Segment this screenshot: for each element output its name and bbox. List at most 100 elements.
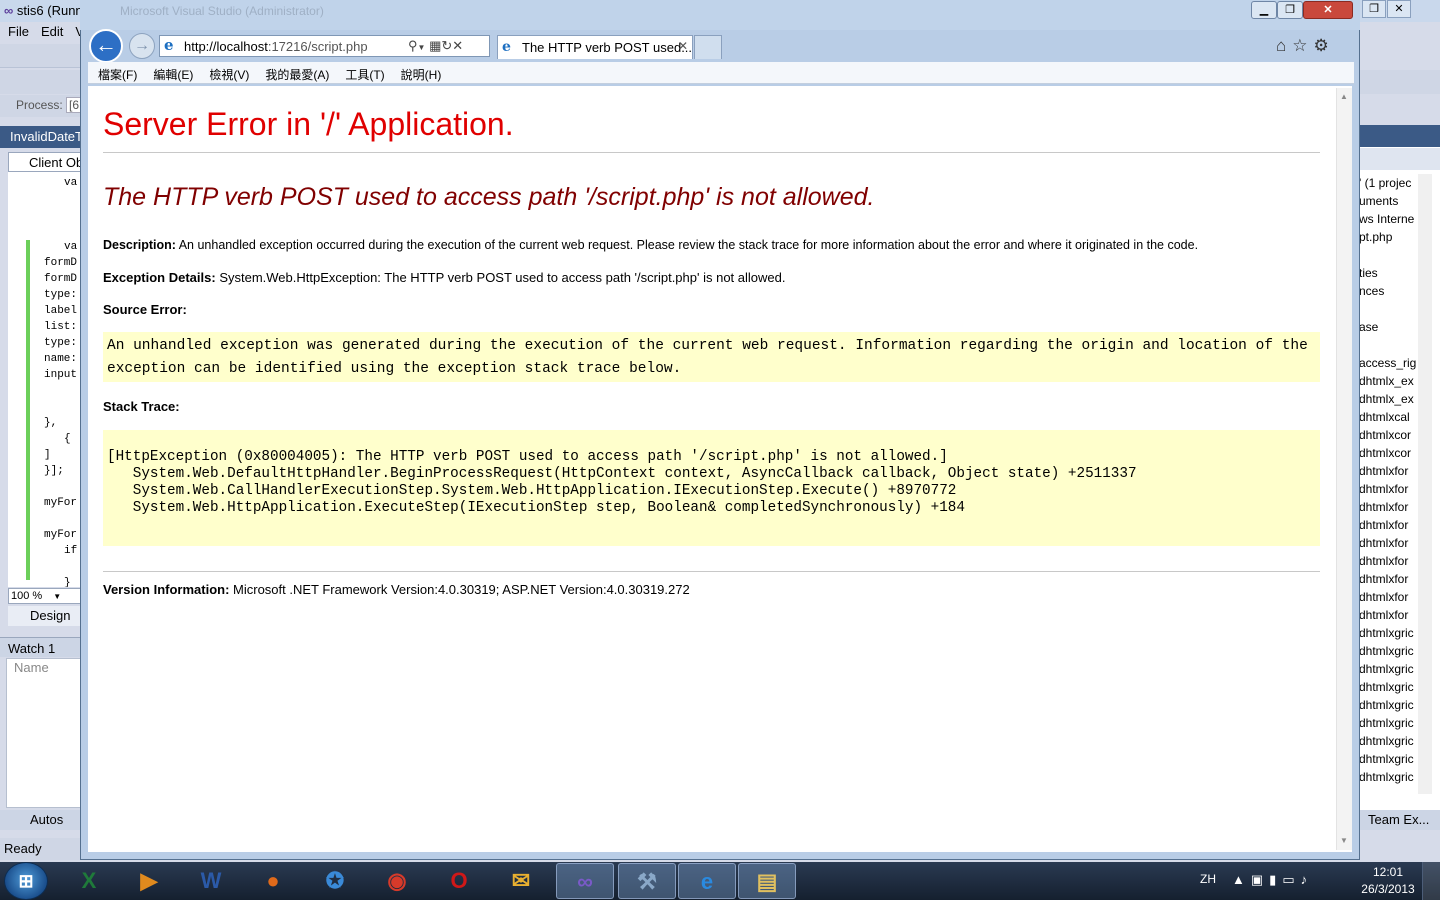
solution-explorer-item[interactable]: dhtmlxgric [1359, 678, 1419, 696]
solution-explorer-item[interactable]: dhtmlxgric [1359, 750, 1419, 768]
solution-explorer-item[interactable]: dhtmlxgric [1359, 660, 1419, 678]
solution-explorer-item[interactable] [1359, 300, 1419, 318]
vs-document-tab[interactable]: InvalidDateT [0, 126, 84, 148]
maximize-button[interactable]: ❐ [1277, 1, 1303, 19]
autos-tab[interactable]: Autos [0, 810, 84, 830]
solution-explorer-item[interactable]: dhtmlxfor [1359, 552, 1419, 570]
language-indicator[interactable]: ZH [1200, 872, 1216, 886]
search-icon[interactable]: ⚲ [408, 38, 418, 53]
menu-help[interactable]: 說明(H) [401, 68, 442, 82]
solution-explorer-item[interactable]: nces [1359, 282, 1419, 300]
vs-restore-button[interactable]: ❐ [1362, 0, 1386, 18]
taskbar-firefox-button[interactable]: ● [244, 863, 302, 899]
stop-icon[interactable]: ✕ [452, 38, 463, 53]
client-objects-dropdown[interactable]: Client Ob [8, 152, 84, 172]
solution-explorer-item[interactable]: dhtmlxfor [1359, 534, 1419, 552]
solution-explorer-item[interactable]: ' (1 projec [1359, 174, 1419, 192]
solution-explorer-item[interactable]: dhtmlxfor [1359, 606, 1419, 624]
watch-grid[interactable] [6, 658, 84, 808]
solution-explorer-item[interactable]: dhtmlx_ex [1359, 390, 1419, 408]
show-desktop-button[interactable] [1422, 862, 1440, 900]
start-button[interactable]: ⊞ [4, 862, 48, 900]
solution-explorer-item[interactable]: pt.php [1359, 228, 1419, 246]
design-tab[interactable]: Design [8, 606, 84, 626]
solution-explorer-list[interactable]: ' (1 projec uments ws Interne pt.php ties nce… [1359, 174, 1419, 786]
solution-explorer-item[interactable]: dhtmlxfor [1359, 570, 1419, 588]
taskbar-media-player-button[interactable]: ▶ [120, 863, 178, 899]
taskbar-chrome-button[interactable]: ◉ [368, 863, 426, 899]
tray-app-icon[interactable]: ▣ [1251, 872, 1263, 887]
volume-icon[interactable]: ♪ [1301, 872, 1308, 887]
solution-explorer-item[interactable]: dhtmlxfor [1359, 498, 1419, 516]
solution-explorer-item[interactable]: dhtmlxfor [1359, 480, 1419, 498]
code-line: myFor [44, 497, 78, 509]
team-explorer-tab[interactable]: Team Ex... [1356, 810, 1440, 830]
solution-explorer-item[interactable]: dhtmlxgric [1359, 768, 1419, 786]
solution-explorer-item[interactable]: dhtmlxgric [1359, 714, 1419, 732]
vs-menu-file[interactable]: File [8, 24, 29, 39]
favorites-star-icon[interactable]: ☆ [1292, 36, 1307, 55]
solution-explorer-item[interactable]: access_rig [1359, 354, 1419, 372]
menu-favorites[interactable]: 我的最愛(A) [265, 68, 329, 82]
solution-explorer-item[interactable]: ws Interne [1359, 210, 1419, 228]
browser-tab[interactable]: The HTTP verb POST used... [497, 35, 693, 59]
clock[interactable]: 12:01 26/3/2013 [1358, 864, 1418, 898]
taskbar-outlook-button[interactable]: ✉ [492, 863, 550, 899]
vs-menu-edit[interactable]: Edit [41, 24, 63, 39]
tray-expand-icon[interactable]: ▲ [1232, 872, 1245, 887]
solution-explorer-item[interactable] [1359, 336, 1419, 354]
close-button[interactable]: ✕ [1303, 1, 1353, 19]
taskbar-visual-studio-button[interactable]: ∞ [556, 863, 614, 899]
new-tab-button[interactable] [694, 35, 722, 59]
back-button[interactable]: ← [89, 29, 123, 63]
tab-close-icon[interactable]: ✕ [678, 39, 688, 53]
minimize-button[interactable]: ▁ [1251, 1, 1277, 19]
solution-explorer-item[interactable]: dhtmlxgric [1359, 732, 1419, 750]
solution-explorer-item[interactable]: dhtmlxgric [1359, 624, 1419, 642]
code-line: type: [44, 337, 78, 349]
code-editor[interactable]: va va formD formD type: label list: type: name: i… [8, 172, 84, 587]
arrow-left-icon: ← [95, 32, 117, 57]
gear-icon[interactable]: ⚙ [1314, 36, 1329, 55]
taskbar-safari-button[interactable]: ✪ [306, 863, 364, 899]
menu-file[interactable]: 檔案(F) [98, 68, 137, 82]
home-icon[interactable]: ⌂ [1276, 36, 1286, 55]
solution-explorer-item[interactable] [1359, 246, 1419, 264]
solution-explorer-item[interactable]: uments [1359, 192, 1419, 210]
chevron-down-icon[interactable]: ▼ [418, 43, 426, 52]
solution-explorer-item[interactable]: dhtmlxcor [1359, 444, 1419, 462]
firefox-icon: ● [266, 868, 280, 893]
solution-explorer-scrollbar[interactable] [1418, 174, 1432, 794]
solution-explorer-item[interactable]: dhtmlxgric [1359, 696, 1419, 714]
solution-explorer-item[interactable]: dhtmlxcor [1359, 426, 1419, 444]
code-line: { [64, 433, 71, 445]
solution-explorer-item[interactable]: ties [1359, 264, 1419, 282]
taskbar-excel-button[interactable]: X [60, 863, 118, 899]
ie-vertical-scrollbar[interactable]: ▲ ▼ [1336, 88, 1352, 850]
compat-view-icon[interactable]: ▦ [429, 38, 441, 53]
taskbar-word-button[interactable]: W [182, 863, 240, 899]
refresh-icon[interactable]: ↻ [441, 38, 452, 53]
network-icon[interactable]: ▭ [1282, 872, 1294, 887]
menu-edit[interactable]: 編輯(E) [153, 68, 193, 82]
scroll-down-icon[interactable]: ▼ [1340, 836, 1348, 845]
menu-tools[interactable]: 工具(T) [345, 68, 384, 82]
taskbar-tools-button[interactable]: ⚒ [618, 863, 676, 899]
solution-explorer-item[interactable]: dhtmlxcal [1359, 408, 1419, 426]
forward-button[interactable]: → [129, 33, 155, 59]
menu-view[interactable]: 檢視(V) [209, 68, 249, 82]
scroll-up-icon[interactable]: ▲ [1340, 92, 1348, 101]
taskbar-explorer-button[interactable]: ▤ [738, 863, 796, 899]
taskbar-internet-explorer-button[interactable]: e [678, 863, 736, 899]
solution-explorer-item[interactable]: dhtmlxfor [1359, 588, 1419, 606]
vs-close-button[interactable]: ✕ [1387, 0, 1411, 18]
solution-explorer-item[interactable]: dhtmlxfor [1359, 462, 1419, 480]
tray-power-icon[interactable]: ▮ [1269, 872, 1276, 887]
zoom-dropdown[interactable]: 100 % ▼ [8, 588, 84, 604]
solution-explorer-item[interactable]: dhtmlx_ex [1359, 372, 1419, 390]
solution-explorer-item[interactable]: dhtmlxfor [1359, 516, 1419, 534]
description-text: An unhandled exception occurred during t… [175, 238, 1199, 252]
solution-explorer-item[interactable]: ase [1359, 318, 1419, 336]
solution-explorer-item[interactable]: dhtmlxgric [1359, 642, 1419, 660]
taskbar-opera-button[interactable]: O [430, 863, 488, 899]
